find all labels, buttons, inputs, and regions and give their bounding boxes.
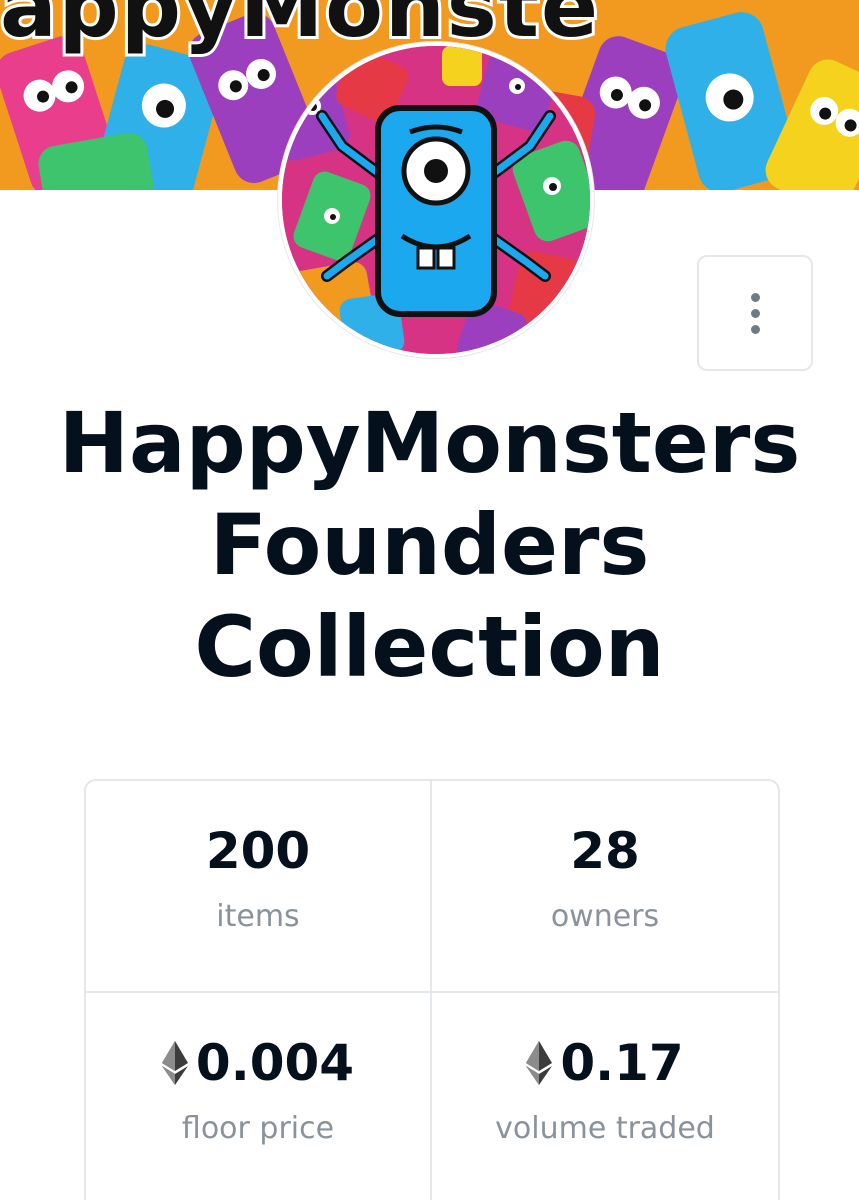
collection-stats: 200 items 28 owners 0.004 floor price 0.…: [84, 779, 780, 1200]
stat-label: volume traded: [495, 1111, 715, 1146]
stat-label: owners: [550, 899, 660, 934]
stat-label: items: [216, 899, 300, 934]
stat-value: 200: [205, 822, 311, 880]
more-options-icon: [750, 292, 760, 302]
stat-label: floor price: [181, 1111, 335, 1146]
stat-value-row: 0.004: [161, 1031, 355, 1095]
more-options-button[interactable]: [697, 255, 813, 371]
stat-value-row: 0.17: [526, 1031, 684, 1095]
ethereum-icon: [526, 1041, 553, 1085]
ethereum-icon: [161, 1041, 188, 1085]
more-options-icon-dot: [750, 324, 760, 334]
collection-title-line: Collection: [194, 598, 665, 696]
monster-avatar-image: [282, 46, 590, 354]
stat-items[interactable]: 200 items: [86, 781, 432, 993]
stat-owners[interactable]: 28 owners: [432, 781, 778, 993]
stat-value: 0.004: [195, 1034, 355, 1092]
collection-page: appyMonste HappyMonsters Founders Collec…: [0, 0, 859, 1200]
stat-value: 28: [570, 822, 640, 880]
stat-floor-price[interactable]: 0.004 floor price: [86, 993, 432, 1200]
collection-avatar: [278, 42, 594, 358]
more-options-icon-dot: [750, 308, 760, 318]
stat-value: 0.17: [560, 1034, 684, 1092]
collection-title-line: HappyMonsters: [58, 394, 801, 492]
collection-title: HappyMonsters Founders Collection: [20, 392, 839, 698]
collection-title-line: Founders: [209, 496, 650, 594]
stat-volume-traded[interactable]: 0.17 volume traded: [432, 993, 778, 1200]
